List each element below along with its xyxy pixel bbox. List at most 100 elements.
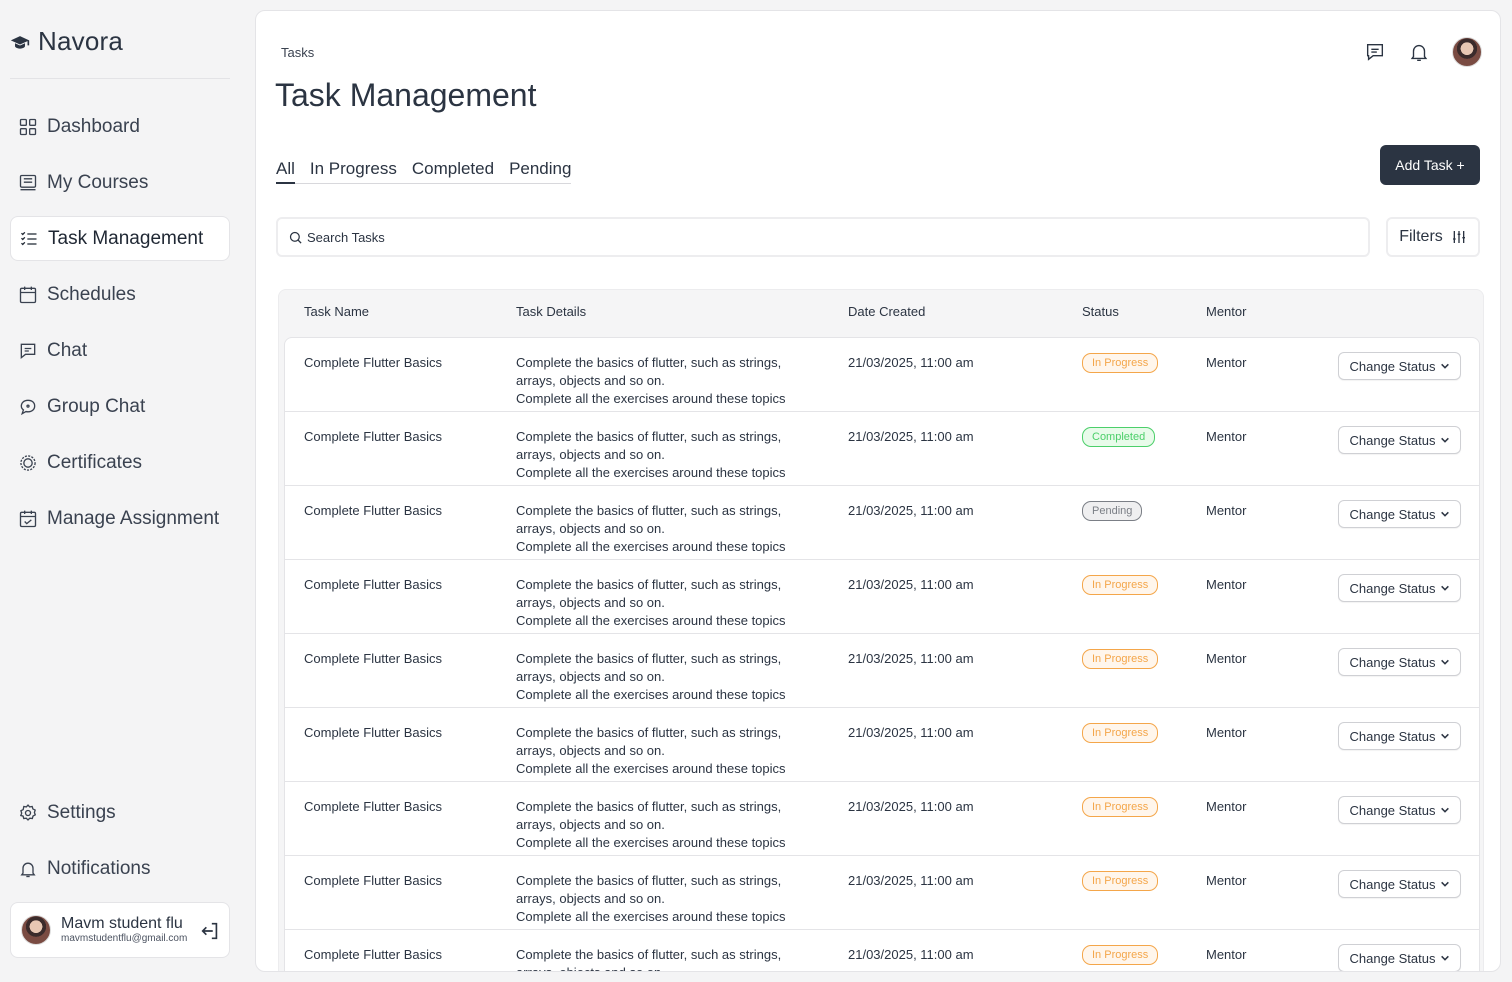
page-title: Task Management — [275, 77, 537, 113]
task-details: Complete the basics of flutter, such as … — [516, 946, 816, 971]
change-status-button[interactable]: Change Status — [1338, 870, 1461, 898]
sidebar-item-schedules[interactable]: Schedules — [10, 272, 230, 317]
status-badge: In Progress — [1082, 723, 1159, 743]
task-details: Complete the basics of flutter, such as … — [516, 872, 816, 926]
task-details-line: Complete all the exercises around these … — [516, 835, 786, 850]
sidebar-item-settings[interactable]: Settings — [10, 790, 230, 835]
bell-icon[interactable] — [1408, 41, 1430, 63]
task-details-line: Complete the basics of flutter, such as … — [516, 503, 782, 518]
table-row[interactable]: Complete Flutter Basics Complete the bas… — [285, 560, 1479, 634]
sidebar-item-task-management[interactable]: Task Management — [10, 216, 230, 261]
task-details-line: arrays, objects and so on. — [516, 595, 665, 610]
user-email: mavmstudentflu@gmail.com — [61, 933, 188, 945]
change-status-button[interactable]: Change Status — [1338, 722, 1461, 750]
sidebar-item-notifications[interactable]: Notifications — [10, 846, 230, 891]
user-profile-card[interactable]: Mavm student flu mavmstudentflu@gmail.co… — [10, 902, 230, 958]
change-status-button[interactable]: Change Status — [1338, 648, 1461, 676]
sidebar-item-manage-assignment[interactable]: Manage Assignment — [10, 496, 230, 541]
app-logo[interactable]: Navora — [10, 26, 123, 57]
change-status-button[interactable]: Change Status — [1338, 426, 1461, 454]
change-status-button[interactable]: Change Status — [1338, 944, 1461, 971]
table-row[interactable]: Complete Flutter Basics Complete the bas… — [285, 856, 1479, 930]
task-name: Complete Flutter Basics — [304, 873, 442, 888]
header-actions — [1364, 37, 1482, 67]
change-status-label: Change Status — [1349, 506, 1436, 522]
status-cell: In Progress — [1082, 945, 1159, 965]
task-details: Complete the basics of flutter, such as … — [516, 650, 816, 704]
sidebar-item-my-courses[interactable]: My Courses — [10, 160, 230, 205]
tab-pending[interactable]: Pending — [509, 159, 571, 179]
column-header: Task Details — [516, 304, 587, 319]
table-row[interactable]: Complete Flutter Basics Complete the bas… — [285, 338, 1479, 412]
status-tabs: All In Progress Completed Pending — [276, 159, 572, 184]
task-details-line: arrays, objects and so on. — [516, 891, 665, 906]
tab-completed[interactable]: Completed — [412, 159, 494, 179]
mentor-name: Mentor — [1206, 873, 1247, 888]
chevron-down-icon — [1440, 955, 1449, 961]
change-status-button[interactable]: Change Status — [1338, 574, 1461, 602]
chevron-down-icon — [1440, 437, 1449, 443]
table-row[interactable]: Complete Flutter Basics Complete the bas… — [285, 708, 1479, 782]
change-status-button[interactable]: Change Status — [1338, 500, 1461, 528]
breadcrumb[interactable]: Tasks — [281, 45, 314, 60]
change-status-label: Change Status — [1349, 950, 1436, 966]
sliders-icon — [1452, 231, 1465, 243]
table-row[interactable]: Complete Flutter Basics Complete the bas… — [285, 782, 1479, 856]
group-chat-icon — [20, 399, 36, 415]
task-details-line: Complete all the exercises around these … — [516, 909, 786, 924]
status-cell: In Progress — [1082, 575, 1159, 595]
task-name: Complete Flutter Basics — [304, 651, 442, 666]
task-details-line: Complete the basics of flutter, such as … — [516, 577, 782, 592]
status-badge: Completed — [1082, 427, 1156, 447]
sidebar-item-dashboard[interactable]: Dashboard — [10, 104, 230, 149]
task-list-icon — [21, 231, 37, 245]
task-name: Complete Flutter Basics — [304, 503, 442, 518]
task-details: Complete the basics of flutter, such as … — [516, 428, 816, 482]
change-status-label: Change Status — [1349, 728, 1436, 744]
filters-label: Filters — [1399, 228, 1443, 245]
mentor-name: Mentor — [1206, 503, 1247, 518]
table-row[interactable]: Complete Flutter Basics Complete the bas… — [285, 486, 1479, 560]
mentor-name: Mentor — [1206, 355, 1247, 370]
date-created: 21/03/2025, 11:00 am — [848, 503, 974, 518]
main-panel: Tasks Task Management All In Progress Co… — [255, 10, 1501, 972]
app-name: Navora — [38, 26, 124, 56]
table-row[interactable]: Complete Flutter Basics Complete the bas… — [285, 412, 1479, 486]
divider — [10, 78, 230, 79]
message-icon[interactable] — [1364, 41, 1386, 63]
table-row[interactable]: Complete Flutter Basics Complete the bas… — [285, 634, 1479, 708]
change-status-button[interactable]: Change Status — [1338, 796, 1461, 824]
sidebar-item-group-chat[interactable]: Group Chat — [10, 384, 230, 429]
sidebar-item-label: Manage Assignment — [47, 507, 220, 529]
sidebar-item-chat[interactable]: Chat — [10, 328, 230, 373]
search-input[interactable] — [307, 229, 1307, 245]
status-cell: Completed — [1082, 427, 1156, 447]
task-details-line: arrays, objects and so on. — [516, 521, 665, 536]
add-task-button[interactable]: Add Task + — [1380, 145, 1480, 185]
logout-icon[interactable] — [199, 920, 221, 942]
tab-in-progress[interactable]: In Progress — [310, 159, 397, 179]
date-created: 21/03/2025, 11:00 am — [848, 429, 974, 444]
task-details-line: Complete the basics of flutter, such as … — [516, 947, 782, 962]
task-details-line: Complete the basics of flutter, such as … — [516, 355, 782, 370]
task-name: Complete Flutter Basics — [304, 799, 442, 814]
change-status-button[interactable]: Change Status — [1338, 352, 1461, 380]
task-details-line: Complete the basics of flutter, such as … — [516, 725, 782, 740]
graduation-cap-icon — [10, 35, 30, 49]
task-details-line: Complete all the exercises around these … — [516, 761, 786, 776]
change-status-label: Change Status — [1349, 876, 1436, 892]
status-badge: In Progress — [1082, 797, 1159, 817]
mentor-name: Mentor — [1206, 651, 1247, 666]
task-details-line: arrays, objects and so on. — [516, 743, 665, 758]
status-cell: In Progress — [1082, 649, 1159, 669]
filters-button[interactable]: Filters — [1386, 217, 1480, 257]
table-row[interactable]: Complete Flutter Basics Complete the bas… — [285, 930, 1479, 971]
sidebar-item-label: Settings — [47, 801, 116, 823]
sidebar-item-certificates[interactable]: Certificates — [10, 440, 230, 485]
task-details-line: Complete the basics of flutter, such as … — [516, 873, 782, 888]
tab-all[interactable]: All — [276, 159, 295, 184]
chevron-down-icon — [1440, 363, 1449, 369]
chat-icon — [20, 343, 36, 359]
avatar[interactable] — [1452, 37, 1482, 67]
change-status-label: Change Status — [1349, 580, 1436, 596]
